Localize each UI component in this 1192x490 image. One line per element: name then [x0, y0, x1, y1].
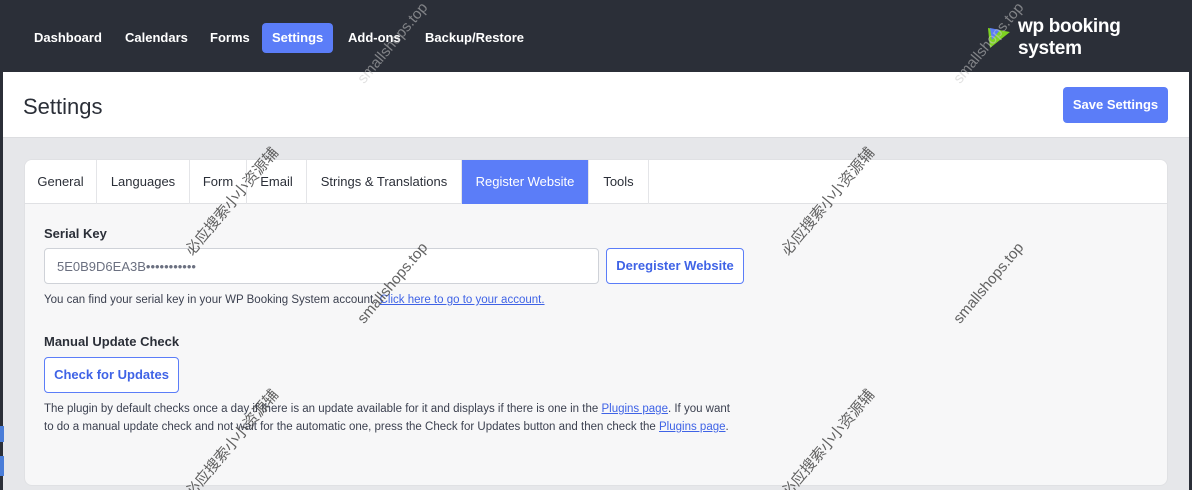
account-link[interactable]: Click here to go to your account. [380, 294, 545, 306]
update-help-part1: The plugin by default checks once a day … [44, 403, 599, 415]
serial-help-message: You can find your serial key in your WP … [44, 294, 377, 306]
tab-email[interactable]: Email [247, 160, 307, 204]
tab-tools[interactable]: Tools [589, 160, 649, 204]
nav-settings[interactable]: Settings [262, 23, 334, 53]
brand-logo: wp booking system [986, 16, 1189, 59]
nav-forms[interactable]: Forms [200, 23, 260, 53]
save-settings-button[interactable]: Save Settings [1063, 87, 1168, 123]
page-header: Settings Save Settings [3, 72, 1189, 138]
plugins-page-link-1[interactable]: Plugins page [601, 403, 668, 415]
nav-dashboard[interactable]: Dashboard [24, 23, 112, 53]
nav-calendars[interactable]: Calendars [115, 23, 198, 53]
serial-key-label: Serial Key [44, 226, 107, 241]
tab-strings-translations[interactable]: Strings & Translations [307, 160, 462, 204]
tab-form[interactable]: Form [190, 160, 247, 204]
tab-general[interactable]: General [25, 160, 97, 204]
check-for-updates-button[interactable]: Check for Updates [44, 357, 179, 393]
update-help-text: The plugin by default checks once a day … [44, 400, 734, 436]
serial-key-input[interactable] [44, 248, 599, 284]
brand-logo-icon [987, 28, 1010, 48]
left-edge-marker [0, 426, 4, 442]
settings-tabs: General Languages Form Email Strings & T… [25, 160, 1167, 204]
settings-panel: General Languages Form Email Strings & T… [24, 159, 1168, 486]
nav-add-ons[interactable]: Add-ons [338, 23, 411, 53]
tab-register-website[interactable]: Register Website [462, 160, 589, 204]
brand-name: wp booking system [1017, 16, 1121, 59]
top-nav-bar: Dashboard Calendars Forms Settings Add-o… [3, 3, 1189, 72]
plugins-page-link-2[interactable]: Plugins page [659, 421, 726, 433]
serial-help-text: You can find your serial key in your WP … [44, 291, 545, 309]
nav-backup-restore[interactable]: Backup/Restore [415, 23, 534, 53]
left-edge-marker [0, 456, 4, 476]
tab-languages[interactable]: Languages [97, 160, 190, 204]
update-help-part3: . [725, 421, 729, 433]
page-title: Settings [23, 94, 103, 119]
deregister-website-button[interactable]: Deregister Website [606, 248, 744, 284]
manual-update-label: Manual Update Check [44, 334, 180, 349]
